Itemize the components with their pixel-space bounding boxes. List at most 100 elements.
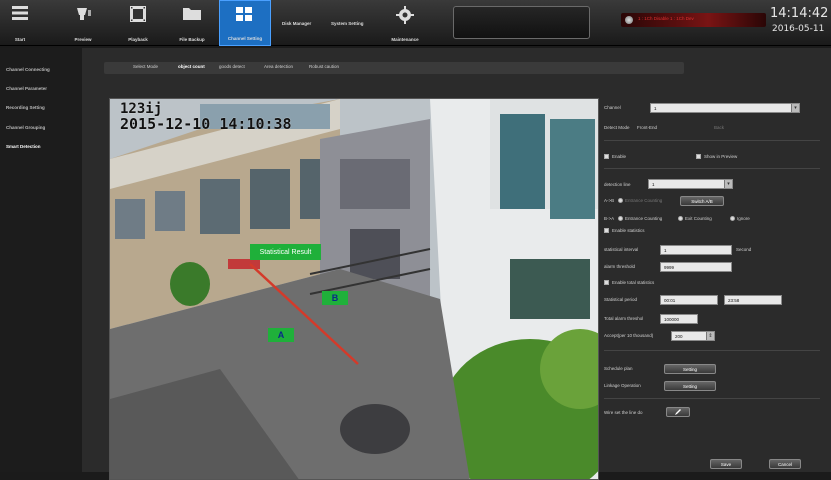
enable-statistics-label: Enable statistics — [612, 228, 645, 233]
film-playback-icon — [130, 6, 146, 22]
divider — [604, 168, 820, 169]
schedule-label: Schedule plan — [604, 366, 633, 371]
start-button[interactable]: Start — [0, 0, 40, 46]
info-display-box — [453, 6, 590, 39]
b-to-a-entrance-label: Entrance Counting — [625, 216, 663, 221]
b-to-a-ignore-radio[interactable] — [730, 216, 735, 221]
sidebar-item-channel-grouping[interactable]: Channel Grouping — [6, 125, 45, 130]
stat-interval-label: statistical interval — [604, 247, 639, 252]
channel-setting-label: Channel Setting — [227, 36, 263, 41]
stat-period-label: Statistical period — [604, 297, 638, 302]
a-to-b-label: A->B — [604, 198, 615, 203]
enable-total-statistics-checkbox[interactable] — [604, 280, 609, 285]
statistical-result-label: Statistical Result — [250, 244, 321, 260]
channel-grid-icon — [236, 7, 252, 21]
maintenance-button[interactable]: Maintenance — [380, 0, 430, 46]
folder-icon — [183, 8, 201, 20]
tab-area-detection[interactable]: Area detection — [264, 64, 293, 69]
status-indicator-icon — [625, 16, 633, 24]
enable-checkbox[interactable] — [604, 154, 609, 159]
b-to-a-label: B->A — [604, 216, 615, 221]
alarm-status-strip: 1 : 1Ch Disable 1 : 1Ch Dev — [621, 13, 766, 27]
detection-line-select[interactable]: 1 ▾ — [648, 179, 733, 189]
file-backup-button[interactable]: File Backup — [170, 0, 214, 46]
file-backup-label: File Backup — [179, 37, 205, 42]
preview-button[interactable]: Preview — [63, 0, 103, 46]
status-text: 1 : 1Ch Disable 1 : 1Ch Dev — [638, 16, 694, 21]
tab-goods-detect[interactable]: goods detect — [219, 64, 245, 69]
sidebar: Channel Connecting Channel Parameter Rec… — [0, 48, 82, 472]
clock-time: 14:14:42 — [770, 6, 829, 21]
b-to-a-exit-radio[interactable] — [678, 216, 683, 221]
cancel-button[interactable]: Cancel — [769, 459, 801, 469]
playback-button[interactable]: Playback — [118, 0, 158, 46]
b-to-a-entrance-radio[interactable] — [618, 216, 623, 221]
total-alarm-input[interactable]: 100000 — [660, 314, 698, 324]
playback-label: Playback — [128, 37, 148, 42]
enable-statistics-checkbox[interactable] — [604, 228, 609, 233]
start-label: Start — [14, 37, 26, 42]
schedule-setting-button[interactable]: Setting — [664, 364, 716, 374]
a-to-b-entrance-radio[interactable] — [618, 198, 623, 203]
detection-tab-strip: Select Mode object count goods detect Ar… — [104, 62, 684, 74]
detect-mode-front-end[interactable]: Front-End — [637, 125, 657, 130]
channel-setting-button[interactable]: Channel Setting — [219, 0, 271, 46]
tab-object-count[interactable]: object count — [178, 64, 205, 69]
detection-line-value: 1 — [652, 181, 655, 187]
divider — [604, 398, 820, 399]
osd-datetime: 2015-12-10 14:10:38 — [120, 115, 292, 133]
tab-select-mode[interactable]: Select Mode — [133, 64, 158, 69]
system-setting-button[interactable]: System Setting — [331, 0, 364, 46]
b-to-a-ignore-label: Ignore — [737, 216, 750, 221]
a-to-b-entrance-label: Entrance Counting — [625, 198, 663, 203]
draw-line-button[interactable] — [666, 407, 690, 417]
linkage-setting-button[interactable]: Setting — [664, 381, 716, 391]
alarm-threshold-input[interactable]: 9999 — [660, 262, 732, 272]
settings-panel: Channel 1 ▾ Detect Mode Front-End Back E… — [604, 98, 831, 472]
chevron-down-icon: ▾ — [791, 104, 799, 112]
chevron-down-icon: ▾ — [724, 180, 732, 188]
zone-b-label: B — [322, 291, 348, 305]
accept-value: 200 — [675, 333, 683, 339]
gear-icon — [396, 6, 414, 24]
show-in-preview-label: Show in Preview — [704, 154, 738, 159]
draw-line-label: Wire set the line do — [604, 410, 643, 415]
divider — [604, 140, 820, 141]
enable-label: Enable — [612, 154, 627, 159]
maintenance-label: Maintenance — [391, 37, 419, 42]
pencil-icon — [675, 409, 681, 415]
enable-total-statistics-label: Enable total statistics — [612, 280, 655, 285]
b-to-a-exit-label: Exit Counting — [685, 216, 712, 221]
zone-a-label: A — [268, 328, 294, 342]
menu-list-icon — [12, 6, 28, 20]
detect-mode-back[interactable]: Back — [714, 125, 724, 130]
total-alarm-label: Total alarm threshol — [604, 316, 644, 321]
channel-value: 1 — [654, 105, 657, 111]
accept-stepper[interactable]: 200 ⇕ — [671, 331, 715, 341]
sidebar-item-channel-parameter[interactable]: Channel Parameter — [6, 86, 47, 91]
divider — [604, 350, 820, 351]
sidebar-item-smart-detection[interactable]: Smart Detection — [6, 144, 41, 149]
stat-period-start-input[interactable]: 00:01 — [660, 295, 718, 305]
switch-ab-button[interactable]: Switch A/B — [680, 196, 724, 206]
linkage-label: Linkage Operation — [604, 383, 641, 388]
channel-label: Channel — [604, 105, 621, 110]
detect-mode-label: Detect Mode — [604, 125, 630, 130]
tab-robust-caution[interactable]: Robust caution — [309, 64, 339, 69]
sidebar-item-channel-connecting[interactable]: Channel Connecting — [6, 67, 50, 72]
stepper-arrows-icon[interactable]: ⇕ — [706, 332, 714, 340]
camera-preview[interactable]: 123ij 2015-12-10 14:10:38 Statistical Re… — [109, 98, 599, 480]
sidebar-item-recording-setting[interactable]: Recording Setting — [6, 105, 45, 110]
clock-date: 2016-05-11 — [772, 24, 825, 34]
stat-interval-unit: Second — [736, 247, 752, 252]
camera-scene — [110, 99, 598, 479]
stat-interval-input[interactable]: 1 — [660, 245, 732, 255]
disk-manager-button[interactable]: Disk Manager — [282, 0, 311, 46]
show-in-preview-checkbox[interactable] — [696, 154, 701, 159]
save-button[interactable]: Save — [710, 459, 742, 469]
top-toolbar: Start Preview Playback File Backup Chann… — [0, 0, 831, 46]
stat-period-end-input[interactable]: 23:58 — [724, 295, 782, 305]
main-panel: Select Mode object count goods detect Ar… — [82, 48, 831, 480]
alarm-threshold-label: alarm threshold — [604, 264, 636, 269]
channel-select[interactable]: 1 ▾ — [650, 103, 800, 113]
